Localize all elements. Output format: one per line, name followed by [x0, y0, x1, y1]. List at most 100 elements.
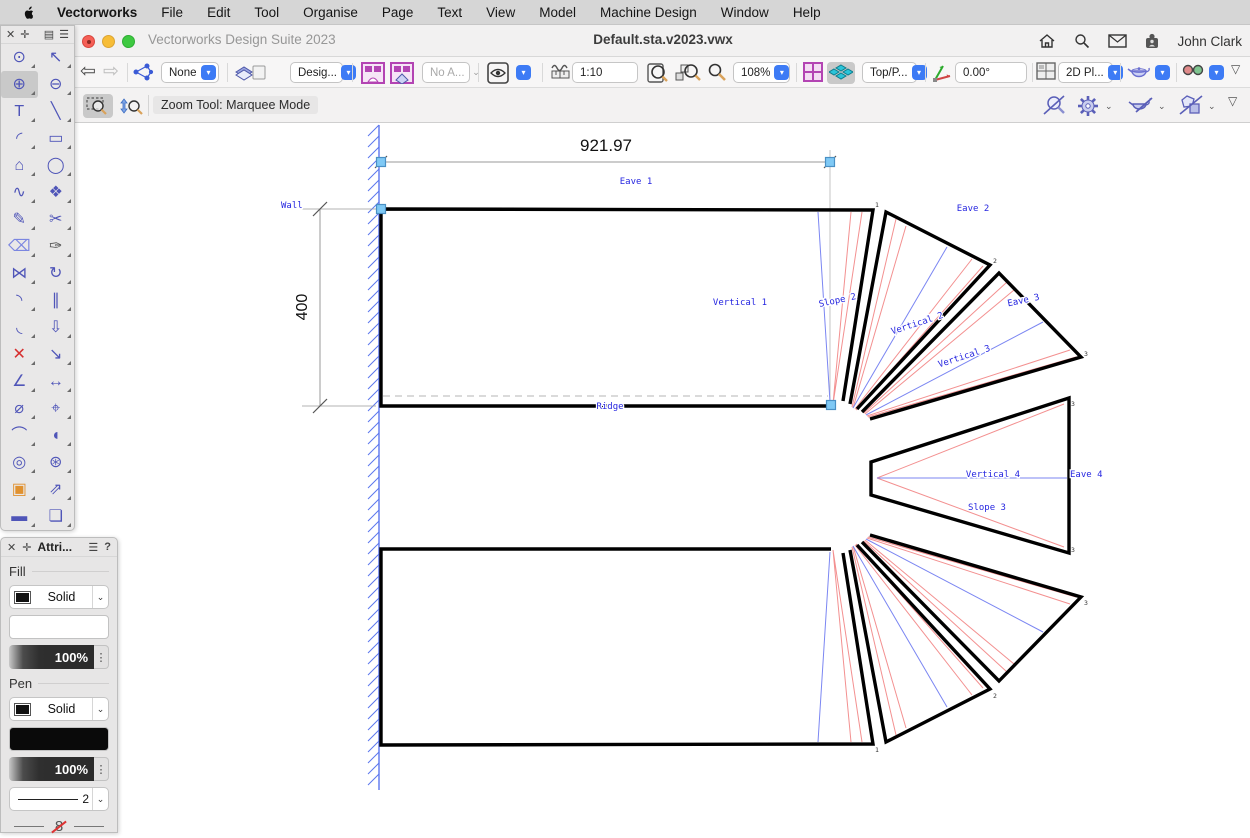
scale-field[interactable]: 1:10 — [572, 62, 638, 83]
visibility-icon[interactable] — [487, 62, 509, 84]
pen-opacity-control[interactable]: 100% ⋮ — [9, 757, 109, 781]
plan-rotation-icon[interactable] — [931, 62, 953, 84]
zoom-icon[interactable] — [707, 62, 727, 82]
saved-view-icon[interactable] — [361, 62, 385, 84]
tool-reshape[interactable]: ❖ — [38, 179, 75, 206]
gear-icon[interactable] — [1076, 94, 1100, 118]
start-marker-control[interactable] — [14, 826, 44, 827]
saved-view-edit-icon[interactable] — [390, 62, 414, 84]
tool-line[interactable]: ╲ — [38, 98, 75, 125]
menu-item-organise[interactable]: Organise — [291, 0, 370, 25]
end-marker-control[interactable] — [74, 826, 104, 827]
lower-fan-panel-2[interactable] — [850, 545, 990, 742]
zoom-window-button[interactable] — [122, 35, 135, 48]
stereo-dropdown-button[interactable]: ▾ — [1209, 65, 1224, 80]
selection-handles[interactable] — [377, 158, 836, 410]
tool-clip-group[interactable]: ▣ — [1, 476, 38, 503]
fit-objects-zoom-icon[interactable] — [675, 62, 701, 84]
drawing-svg[interactable]: 921.97 400 1 2 3 3 3 1 2 3 — [0, 123, 1250, 833]
design-layers-icon[interactable] — [234, 62, 268, 82]
menu-item-help[interactable]: Help — [781, 0, 833, 25]
tool-eraser[interactable]: ⌫ — [1, 233, 38, 260]
collapse-toolbar-icon[interactable]: ▽ — [1231, 62, 1240, 76]
tool-polyline[interactable]: ∿ — [1, 179, 38, 206]
render-settings-icon[interactable] — [1128, 94, 1154, 116]
list-view-icon[interactable]: ▤ — [44, 28, 54, 41]
view-dropdown[interactable]: Top/P...▾ — [862, 62, 917, 83]
annotation-dropdown[interactable]: No A...⌄ — [422, 62, 470, 83]
tool-flyover[interactable]: ⊙ — [1, 44, 38, 71]
pen-opacity-menu-icon[interactable]: ⋮ — [94, 757, 109, 781]
window-pane-icon[interactable] — [803, 62, 823, 82]
tool-freehand[interactable]: ✎ — [1, 206, 38, 233]
tool-protractor[interactable]: ◖ — [38, 422, 75, 449]
close-window-button[interactable] — [82, 35, 95, 48]
tool-polygon[interactable]: ⌂ — [1, 152, 38, 179]
collapse-modebar-icon[interactable]: ▽ — [1228, 94, 1237, 108]
close-palette-icon[interactable]: ✕ — [6, 28, 15, 41]
user-icon[interactable] — [1142, 31, 1162, 51]
visibility-dropdown-button[interactable]: ▾ — [516, 65, 531, 80]
dimension-height[interactable]: 400 — [294, 202, 376, 413]
upper-fan-panel-2[interactable] — [850, 212, 990, 409]
dock-palette-icon[interactable]: ✛ — [20, 28, 29, 41]
class-dropdown[interactable]: None▾ — [161, 62, 219, 83]
back-arrow-button[interactable]: ⇦ — [80, 60, 96, 84]
tool-center-mark[interactable]: ⌖ — [38, 395, 75, 422]
tool-mirror[interactable]: ⋈ — [1, 260, 38, 287]
fit-page-zoom-icon[interactable] — [646, 62, 670, 84]
stereo-glasses-icon[interactable] — [1182, 62, 1204, 78]
tool-extract[interactable]: ⇩ — [38, 314, 75, 341]
plane-dropdown[interactable]: 2D Pl...▾ — [1058, 62, 1113, 83]
fold-lines-blue[interactable] — [818, 212, 1067, 742]
wall-hatch-line[interactable] — [368, 125, 379, 790]
tool-trim[interactable]: ✂ — [38, 206, 75, 233]
line-weight-dropdown[interactable]: 2 ⌄ — [9, 787, 109, 811]
no-marker-icon[interactable]: 8 — [52, 819, 66, 834]
tool-dimension-linear[interactable]: ↔ — [38, 368, 75, 395]
close-palette-icon[interactable]: ✕ — [7, 541, 16, 554]
tool-fillet[interactable]: ◝ — [1, 287, 38, 314]
class-options-icon[interactable] — [132, 62, 154, 82]
tool-stamp[interactable]: ▬ — [1, 503, 38, 530]
menu-item-view[interactable]: View — [474, 0, 527, 25]
tool-eyedropper[interactable]: ✑ — [38, 233, 75, 260]
dimension-width[interactable]: 921.97 — [375, 136, 836, 404]
zoom-line-thickness-icon[interactable] — [1042, 94, 1068, 116]
menu-item-window[interactable]: Window — [709, 0, 781, 25]
menu-item-text[interactable]: Text — [425, 0, 474, 25]
tool-offset[interactable]: ∥ — [38, 287, 75, 314]
fill-opacity-menu-icon[interactable]: ⋮ — [94, 645, 109, 669]
unified-view-icon[interactable] — [827, 62, 855, 84]
tool-concentric-circles[interactable]: ◎ — [1, 449, 38, 476]
search-icon[interactable] — [1072, 31, 1092, 51]
menu-item-tool[interactable]: Tool — [242, 0, 291, 25]
tool-selection[interactable]: ↖ — [38, 44, 75, 71]
pen-color-well[interactable] — [9, 727, 109, 751]
tool-leader-line[interactable]: ⇗ — [38, 476, 75, 503]
upper-fan-panel-3[interactable] — [862, 273, 1081, 419]
menu-item-machine-design[interactable]: Machine Design — [588, 0, 709, 25]
menu-item-vectorworks[interactable]: Vectorworks — [45, 0, 149, 25]
lower-fan-panel-3[interactable] — [862, 535, 1081, 681]
apple-menu[interactable] — [22, 4, 37, 20]
tool-delete[interactable]: ✕ — [1, 341, 38, 368]
zoom-marquee-mode-button[interactable] — [83, 94, 113, 118]
render-mode-icon[interactable] — [1127, 62, 1151, 82]
drawing-canvas[interactable]: 921.97 400 1 2 3 3 3 1 2 3 — [0, 123, 1250, 833]
palette-menu-icon[interactable]: ☰ — [59, 28, 69, 41]
zoom-level-dropdown[interactable]: 108%▾ — [733, 62, 790, 83]
mail-icon[interactable] — [1107, 31, 1127, 51]
menu-item-edit[interactable]: Edit — [195, 0, 242, 25]
rotation-field[interactable]: 0.00° — [955, 62, 1027, 83]
tool-duplicate[interactable]: ❏ — [38, 503, 75, 530]
menu-item-model[interactable]: Model — [527, 0, 588, 25]
minimize-window-button[interactable] — [102, 35, 115, 48]
tool-dimension-diagonal[interactable]: ↘ — [38, 341, 75, 368]
tool-target[interactable]: ⊛ — [38, 449, 75, 476]
tool-zoom-out[interactable]: ⊖ — [38, 71, 75, 98]
tool-zoom-in[interactable]: ⊕ — [1, 71, 38, 98]
home-icon[interactable] — [1037, 31, 1057, 51]
tool-compass[interactable]: ⌒ — [1, 422, 38, 449]
bottom-panel[interactable] — [381, 549, 873, 745]
